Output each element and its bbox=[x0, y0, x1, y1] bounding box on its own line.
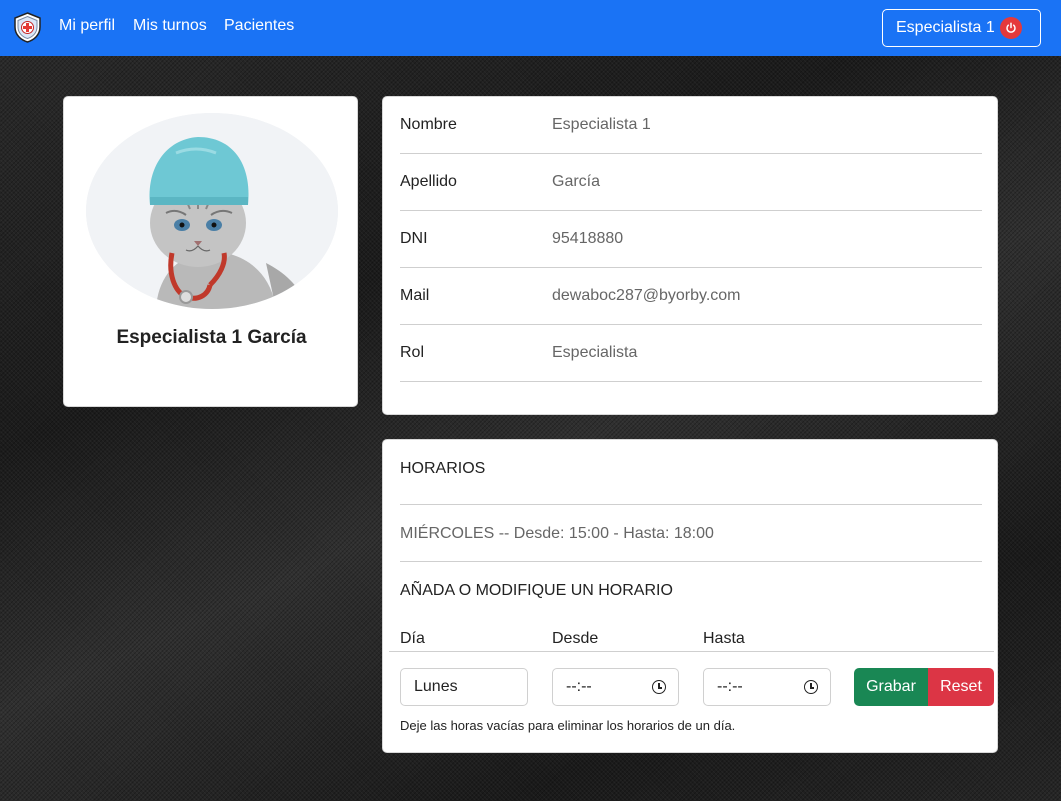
from-time-input[interactable]: --:-- bbox=[552, 668, 679, 706]
save-button[interactable]: Grabar bbox=[854, 668, 928, 706]
nav-link-pacientes[interactable]: Pacientes bbox=[224, 17, 294, 35]
schedule-entry: MIÉRCOLES -- Desde: 15:00 - Hasta: 18:00 bbox=[400, 525, 714, 542]
medical-shield-icon[interactable] bbox=[11, 11, 44, 44]
info-label: Nombre bbox=[400, 116, 457, 133]
info-row-dni: DNI 95418880 bbox=[400, 211, 982, 268]
column-label-desde: Desde bbox=[552, 630, 599, 647]
divider bbox=[400, 561, 982, 562]
profile-full-name: Especialista 1 García bbox=[116, 327, 307, 348]
clock-icon[interactable] bbox=[804, 680, 818, 694]
info-label: Mail bbox=[400, 287, 430, 304]
from-time-value: --:-- bbox=[566, 678, 592, 695]
power-icon[interactable] bbox=[999, 17, 1022, 39]
profile-card: Especialista 1 García bbox=[63, 96, 358, 407]
info-value: dewaboc287@byorby.com bbox=[552, 287, 741, 304]
top-navbar: Mi perfil Mis turnos Pacientes Especiali… bbox=[0, 0, 1061, 56]
personal-info-card: Nombre Especialista 1 Apellido García DN… bbox=[382, 96, 998, 415]
divider bbox=[389, 651, 994, 652]
to-time-value: --:-- bbox=[717, 678, 743, 695]
info-value: García bbox=[552, 173, 601, 190]
nav-link-mi-perfil[interactable]: Mi perfil bbox=[59, 17, 115, 35]
schedule-card: HORARIOS MIÉRCOLES -- Desde: 15:00 - Has… bbox=[382, 439, 998, 753]
nav-link-mis-turnos[interactable]: Mis turnos bbox=[133, 17, 207, 35]
to-time-input[interactable]: --:-- bbox=[703, 668, 831, 706]
schedule-form-title: AÑADA O MODIFIQUE UN HORARIO bbox=[400, 582, 673, 599]
user-menu-button[interactable]: Especialista 1 bbox=[882, 9, 1041, 47]
schedule-hint: Deje las horas vacías para eliminar los … bbox=[400, 718, 736, 733]
info-label: Rol bbox=[400, 344, 425, 361]
cat-doctor-avatar bbox=[86, 113, 338, 309]
clock-icon[interactable] bbox=[652, 680, 666, 694]
info-label: Apellido bbox=[400, 173, 457, 190]
divider bbox=[400, 504, 982, 505]
info-value: 95418880 bbox=[552, 230, 624, 247]
column-label-hasta: Hasta bbox=[703, 630, 745, 647]
schedule-title: HORARIOS bbox=[400, 460, 486, 477]
info-row-mail: Mail dewaboc287@byorby.com bbox=[400, 268, 982, 325]
day-select-value: Lunes bbox=[414, 678, 458, 695]
info-label: DNI bbox=[400, 230, 428, 247]
info-value: Especialista 1 bbox=[552, 116, 651, 133]
reset-button[interactable]: Reset bbox=[928, 668, 994, 706]
info-row-rol: Rol Especialista bbox=[400, 325, 982, 382]
info-value: Especialista bbox=[552, 344, 638, 361]
info-row-nombre: Nombre Especialista 1 bbox=[400, 97, 982, 154]
column-label-dia: Día bbox=[400, 630, 425, 647]
day-select[interactable]: Lunes bbox=[400, 668, 528, 706]
user-button-label: Especialista 1 bbox=[896, 19, 995, 36]
info-row-apellido: Apellido García bbox=[400, 154, 982, 211]
